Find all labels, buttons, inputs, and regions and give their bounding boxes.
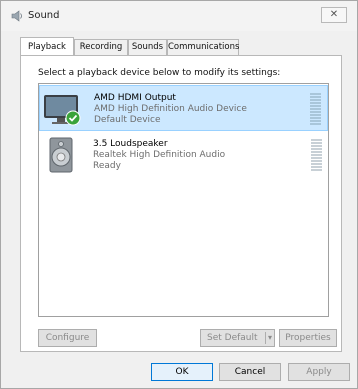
- close-button[interactable]: ✕: [321, 7, 347, 23]
- set-default-label: Set Default: [207, 333, 258, 343]
- device-list[interactable]: AMD HDMI Output AMD High Definition Audi…: [38, 83, 329, 317]
- tab-recording[interactable]: Recording: [74, 39, 128, 55]
- sound-dialog: Sound ✕ Playback Recording Sounds Commun…: [0, 0, 358, 389]
- device-name: AMD HDMI Output: [94, 93, 176, 103]
- device-driver: Realtek High Definition Audio: [93, 150, 226, 160]
- set-default-button[interactable]: Set Default ▾: [200, 329, 275, 347]
- volume-meter: [311, 139, 322, 172]
- cancel-button[interactable]: Cancel: [219, 363, 281, 381]
- device-row-loudspeaker[interactable]: 3.5 Loudspeaker Realtek High Definition …: [39, 132, 328, 178]
- speaker-icon: [49, 137, 73, 173]
- dropdown-divider: [265, 332, 266, 344]
- properties-button[interactable]: Properties: [279, 329, 337, 347]
- default-check-icon: [65, 110, 81, 126]
- tab-communications[interactable]: Communications: [167, 39, 239, 55]
- window-title: Sound: [28, 10, 60, 21]
- apply-button[interactable]: Apply: [288, 363, 350, 381]
- configure-button[interactable]: Configure: [38, 329, 97, 347]
- device-status: Ready: [93, 161, 121, 171]
- instruction-text: Select a playback device below to modify…: [38, 68, 281, 78]
- volume-meter: [310, 93, 321, 126]
- close-icon: ✕: [329, 9, 339, 20]
- tab-sounds[interactable]: Sounds: [128, 39, 167, 55]
- playback-panel: Select a playback device below to modify…: [20, 55, 342, 352]
- ok-button[interactable]: OK: [151, 363, 213, 381]
- chevron-down-icon[interactable]: ▾: [268, 330, 272, 346]
- monitor-icon: [44, 95, 81, 126]
- tab-playback[interactable]: Playback: [20, 37, 74, 55]
- device-name: 3.5 Loudspeaker: [93, 139, 168, 149]
- title-bar[interactable]: Sound ✕: [1, 1, 357, 31]
- device-driver: AMD High Definition Audio Device: [94, 104, 247, 114]
- device-status: Default Device: [94, 115, 161, 125]
- device-row-hdmi[interactable]: AMD HDMI Output AMD High Definition Audi…: [39, 85, 328, 131]
- speaker-icon: [11, 10, 22, 22]
